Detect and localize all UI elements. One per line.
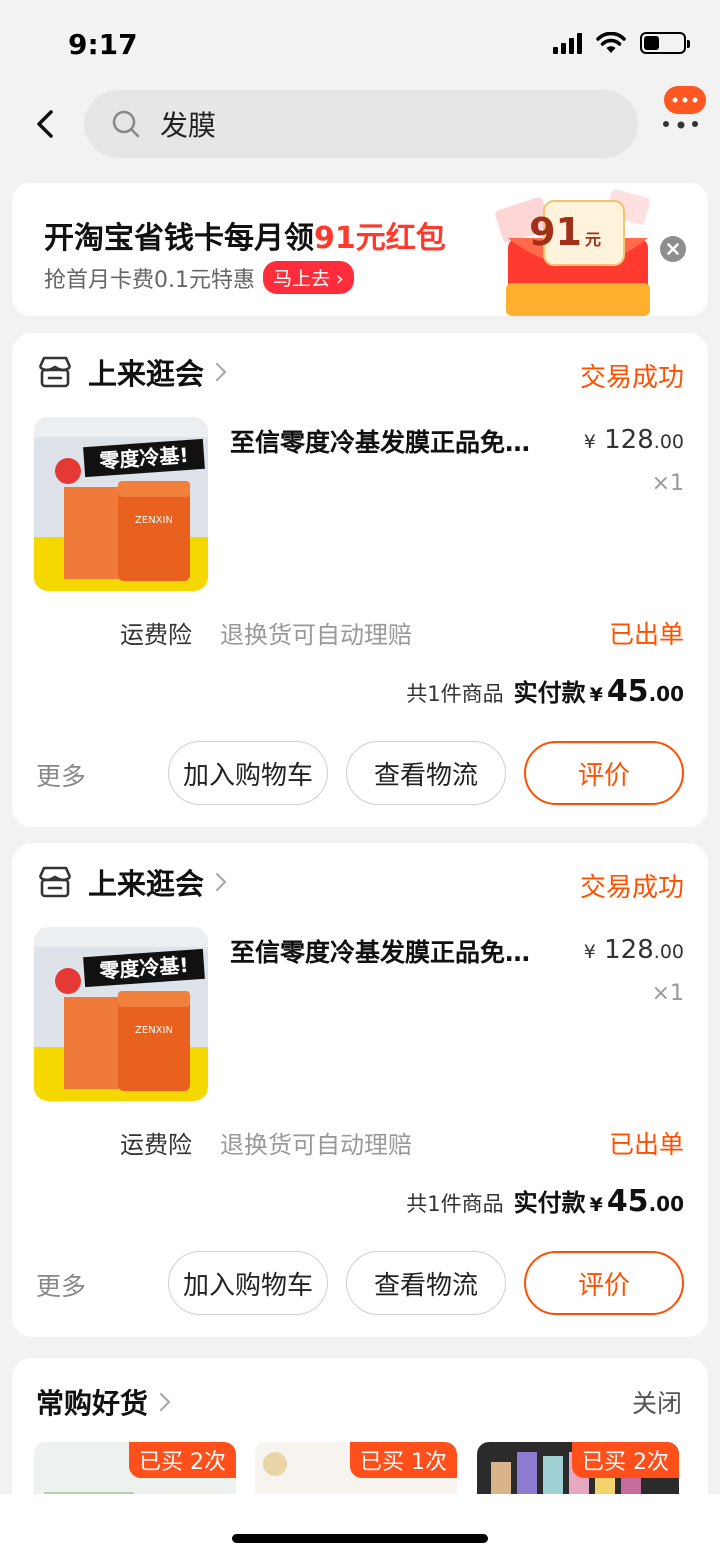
paid-label: 实付款	[513, 679, 586, 707]
more-button[interactable]: 更多	[36, 757, 86, 793]
banner-title-prefix: 开淘宝省钱卡每月领	[44, 221, 314, 256]
order-card[interactable]: 上来逛会 交易成功 ZENXIN 零度冷基! 至信零度冷基发膜正品免… ¥ 12…	[12, 333, 708, 827]
price-integer: 128	[604, 425, 654, 455]
price-decimal: .00	[653, 431, 684, 453]
product-title[interactable]: 至信零度冷基发膜正品免…	[230, 933, 570, 969]
frequent-buys-title[interactable]: 常购好货	[36, 1382, 172, 1422]
paid-decimal: .00	[648, 1192, 684, 1216]
shop-header[interactable]: 上来逛会	[36, 861, 228, 903]
shop-name: 上来逛会	[88, 867, 205, 901]
more-button[interactable]: 更多	[36, 1267, 86, 1303]
cellular-signal-icon	[553, 32, 582, 54]
home-indicator[interactable]	[232, 1534, 488, 1543]
price-decimal: .00	[653, 941, 684, 963]
product-image[interactable]: ZENXIN 零度冷基!	[34, 417, 208, 591]
frequent-buys-title-label: 常购好货	[36, 1387, 149, 1420]
paid-integer: 45	[606, 1184, 649, 1219]
price-integer: 128	[604, 935, 654, 965]
paid-label: 实付款	[513, 1189, 586, 1217]
shop-header[interactable]: 上来逛会	[36, 351, 228, 393]
add-to-cart-button[interactable]: 加入购物车	[168, 741, 328, 805]
order-status: 交易成功	[579, 873, 684, 903]
product-price: ¥ 128.00	[584, 935, 684, 965]
banner-subtitle-row: 抢首月卡费0.1元特惠 马上去 ›	[44, 261, 354, 294]
search-icon	[112, 110, 140, 138]
battery-icon	[640, 32, 690, 54]
shipping-status: 已出单	[608, 620, 684, 649]
banner-title-highlight: 91元红包	[314, 221, 446, 256]
insurance-description: 退换货可自动理赔	[220, 1131, 412, 1159]
insurance-description: 退换货可自动理赔	[220, 621, 412, 649]
header: 发膜	[0, 86, 720, 162]
banner-title: 开淘宝省钱卡每月领91元红包	[44, 213, 446, 257]
banner-subtitle: 抢首月卡费0.1元特惠	[44, 267, 255, 293]
promo-banner[interactable]: 开淘宝省钱卡每月领91元红包 抢首月卡费0.1元特惠 马上去 › 91 元	[12, 183, 708, 316]
store-icon	[38, 866, 72, 898]
store-icon	[38, 356, 72, 388]
shop-name: 上来逛会	[88, 357, 205, 391]
order-status: 交易成功	[579, 363, 684, 393]
review-button[interactable]: 评价	[524, 1251, 684, 1315]
shipping-status: 已出单	[608, 1130, 684, 1159]
bought-count-badge: 已买 2次	[572, 1442, 679, 1478]
status-icons	[553, 32, 690, 54]
wifi-icon	[596, 32, 626, 53]
order-card[interactable]: 上来逛会 交易成功 ZENXIN 零度冷基! 至信零度冷基发膜正品免… ¥ 12…	[12, 843, 708, 1337]
product-quantity: ×1	[651, 981, 684, 1006]
paid-integer: 45	[606, 674, 649, 709]
product-photo: ZENXIN 零度冷基!	[34, 927, 208, 1101]
search-query: 发膜	[160, 109, 217, 142]
product-quantity: ×1	[651, 471, 684, 496]
view-logistics-button[interactable]: 查看物流	[346, 1251, 506, 1315]
chevron-right-icon	[215, 872, 227, 892]
product-brand: ZENXIN	[135, 1025, 173, 1036]
status-time: 9:17	[68, 28, 138, 61]
home-indicator-area	[0, 1494, 720, 1558]
product-image[interactable]: ZENXIN 零度冷基!	[34, 927, 208, 1101]
paid-currency: ¥	[589, 684, 603, 706]
back-arrow-icon[interactable]	[26, 104, 66, 144]
item-count: 共1件商品	[406, 1192, 504, 1216]
red-envelope-illustration: 91 元	[495, 189, 650, 316]
add-to-cart-button[interactable]: 加入购物车	[168, 1251, 328, 1315]
product-brand: ZENXIN	[135, 515, 173, 526]
status-bar: 9:17	[0, 0, 720, 90]
order-summary: 共1件商品 实付款 ¥ 45.00	[406, 673, 684, 709]
paid-decimal: .00	[648, 682, 684, 706]
price-currency: ¥	[583, 941, 596, 963]
chevron-right-icon	[215, 362, 227, 382]
insurance-label: 运费险	[120, 1131, 192, 1159]
close-icon	[667, 243, 679, 255]
banner-cta-button[interactable]: 马上去 ›	[263, 261, 354, 294]
frequent-buys-close-button[interactable]: 关闭	[632, 1384, 682, 1420]
product-title[interactable]: 至信零度冷基发膜正品免…	[230, 423, 570, 459]
banner-cta-label: 马上去	[273, 268, 331, 290]
banner-badge-amount: 91	[529, 210, 582, 254]
view-logistics-button[interactable]: 查看物流	[346, 741, 506, 805]
price-currency: ¥	[583, 431, 596, 453]
product-price: ¥ 128.00	[584, 425, 684, 455]
insurance-label: 运费险	[120, 621, 192, 649]
bought-count-badge: 已买 2次	[129, 1442, 236, 1478]
paid-currency: ¥	[589, 1194, 603, 1216]
banner-close-button[interactable]	[660, 236, 686, 262]
chevron-right-icon	[159, 1392, 171, 1412]
messages-icon[interactable]	[662, 86, 710, 134]
search-bar[interactable]: 发膜	[84, 90, 638, 158]
banner-badge-unit: 元	[585, 230, 601, 249]
product-photo: ZENXIN 零度冷基!	[34, 417, 208, 591]
bought-count-badge: 已买 1次	[350, 1442, 457, 1478]
order-summary: 共1件商品 实付款 ¥ 45.00	[406, 1183, 684, 1219]
review-button[interactable]: 评价	[524, 741, 684, 805]
item-count: 共1件商品	[406, 682, 504, 706]
